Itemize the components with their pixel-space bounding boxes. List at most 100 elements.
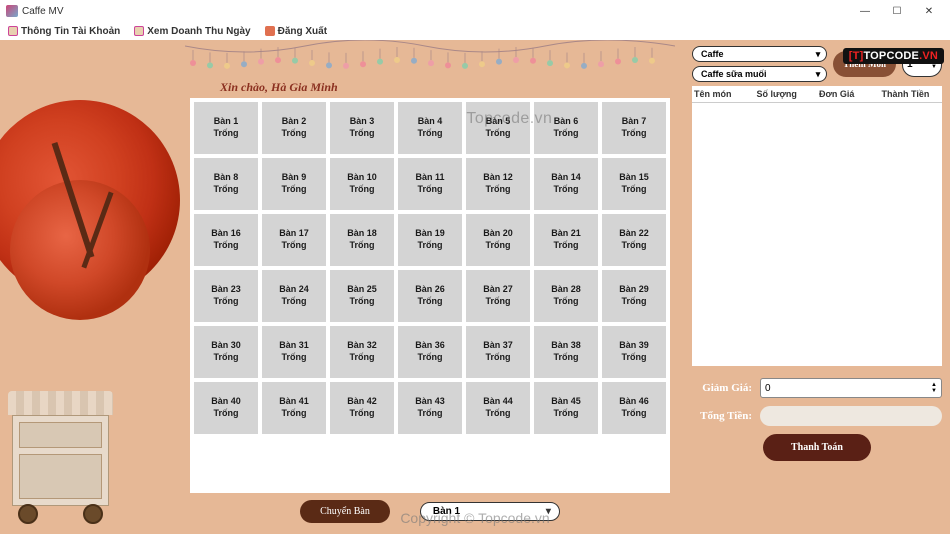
table-status: Trống — [418, 352, 443, 364]
table-name: Bàn 6 — [554, 116, 579, 128]
decor-cart — [8, 391, 113, 526]
table-status: Trống — [622, 240, 647, 252]
window-close-button[interactable]: ✕ — [914, 6, 944, 17]
destination-table-select[interactable]: Bàn 1 — [420, 502, 560, 521]
table-button[interactable]: Bàn 12Trống — [466, 158, 530, 210]
table-button[interactable]: Bàn 30Trống — [194, 326, 258, 378]
table-name: Bàn 44 — [483, 396, 513, 408]
table-button[interactable]: Bàn 38Trống — [534, 326, 598, 378]
table-status: Trống — [418, 128, 443, 140]
table-button[interactable]: Bàn 15Trống — [602, 158, 666, 210]
menu-revenue[interactable]: Xem Doanh Thu Ngày — [134, 26, 250, 37]
table-button[interactable]: Bàn 19Trống — [398, 214, 462, 266]
table-name: Bàn 26 — [415, 284, 445, 296]
bottom-controls: Chuyển Bàn Bàn 1 — [190, 496, 670, 526]
table-name: Bàn 8 — [214, 172, 239, 184]
window-minimize-button[interactable]: — — [850, 6, 880, 17]
table-name: Bàn 20 — [483, 228, 513, 240]
table-name: Bàn 3 — [350, 116, 375, 128]
table-name: Bàn 30 — [211, 340, 241, 352]
table-name: Bàn 17 — [279, 228, 309, 240]
table-name: Bàn 23 — [211, 284, 241, 296]
table-status: Trống — [486, 128, 511, 140]
menu-logout[interactable]: Đăng Xuất — [265, 26, 327, 37]
table-button[interactable]: Bàn 3Trống — [330, 102, 394, 154]
table-button[interactable]: Bàn 29Trống — [602, 270, 666, 322]
table-status: Trống — [554, 184, 579, 196]
menu-account[interactable]: Thông Tin Tài Khoản — [8, 26, 120, 37]
table-button[interactable]: Bàn 37Trống — [466, 326, 530, 378]
table-button[interactable]: Bàn 23Trống — [194, 270, 258, 322]
menu-logout-label: Đăng Xuất — [278, 26, 327, 37]
table-status: Trống — [282, 408, 307, 420]
table-button[interactable]: Bàn 32Trống — [330, 326, 394, 378]
order-table: Tên món Số lượng Đơn Giá Thành Tiền — [692, 86, 942, 366]
table-button[interactable]: Bàn 27Trống — [466, 270, 530, 322]
table-status: Trống — [214, 240, 239, 252]
total-label: Tổng Tiền: — [692, 410, 752, 422]
table-button[interactable]: Bàn 26Trống — [398, 270, 462, 322]
table-name: Bàn 28 — [551, 284, 581, 296]
table-status: Trống — [622, 184, 647, 196]
table-button[interactable]: Bàn 40Trống — [194, 382, 258, 434]
table-button[interactable]: Bàn 41Trống — [262, 382, 326, 434]
table-status: Trống — [214, 128, 239, 140]
total-display — [760, 406, 942, 426]
table-button[interactable]: Bàn 44Trống — [466, 382, 530, 434]
pay-button[interactable]: Thanh Toán — [763, 434, 871, 461]
table-button[interactable]: Bàn 42Trống — [330, 382, 394, 434]
app-icon — [6, 5, 18, 17]
item-select[interactable]: Caffe sữa muối — [692, 66, 827, 82]
table-name: Bàn 25 — [347, 284, 377, 296]
table-button[interactable]: Bàn 31Trống — [262, 326, 326, 378]
window-maximize-button[interactable]: ☐ — [882, 6, 912, 17]
table-name: Bàn 31 — [279, 340, 309, 352]
table-button[interactable]: Bàn 21Trống — [534, 214, 598, 266]
table-button[interactable]: Bàn 18Trống — [330, 214, 394, 266]
table-button[interactable]: Bàn 25Trống — [330, 270, 394, 322]
col-price: Đơn Giá — [817, 86, 880, 102]
table-name: Bàn 41 — [279, 396, 309, 408]
table-button[interactable]: Bàn 5Trống — [466, 102, 530, 154]
table-status: Trống — [214, 408, 239, 420]
decor-lights — [185, 40, 675, 80]
table-status: Trống — [486, 296, 511, 308]
table-button[interactable]: Bàn 11Trống — [398, 158, 462, 210]
table-name: Bàn 24 — [279, 284, 309, 296]
table-button[interactable]: Bàn 46Trống — [602, 382, 666, 434]
table-button[interactable]: Bàn 1Trống — [194, 102, 258, 154]
table-status: Trống — [418, 408, 443, 420]
table-button[interactable]: Bàn 22Trống — [602, 214, 666, 266]
table-status: Trống — [554, 352, 579, 364]
table-button[interactable]: Bàn 28Trống — [534, 270, 598, 322]
discount-spinner[interactable]: ▲▼ — [931, 382, 937, 394]
table-name: Bàn 2 — [282, 116, 307, 128]
table-button[interactable]: Bàn 45Trống — [534, 382, 598, 434]
table-button[interactable]: Bàn 24Trống — [262, 270, 326, 322]
table-button[interactable]: Bàn 6Trống — [534, 102, 598, 154]
table-button[interactable]: Bàn 14Trống — [534, 158, 598, 210]
table-button[interactable]: Bàn 43Trống — [398, 382, 462, 434]
table-button[interactable]: Bàn 39Trống — [602, 326, 666, 378]
table-button[interactable]: Bàn 36Trống — [398, 326, 462, 378]
table-button[interactable]: Bàn 8Trống — [194, 158, 258, 210]
category-value: Caffe — [701, 49, 724, 59]
table-button[interactable]: Bàn 4Trống — [398, 102, 462, 154]
discount-input[interactable]: 0 ▲▼ — [760, 378, 942, 398]
table-name: Bàn 37 — [483, 340, 513, 352]
move-table-button[interactable]: Chuyển Bàn — [300, 500, 390, 523]
table-button[interactable]: Bàn 10Trống — [330, 158, 394, 210]
menu-bar: Thông Tin Tài Khoản Xem Doanh Thu Ngày Đ… — [0, 22, 950, 40]
table-button[interactable]: Bàn 9Trống — [262, 158, 326, 210]
table-button[interactable]: Bàn 2Trống — [262, 102, 326, 154]
table-button[interactable]: Bàn 20Trống — [466, 214, 530, 266]
discount-value: 0 — [765, 383, 771, 394]
table-name: Bàn 15 — [619, 172, 649, 184]
category-select[interactable]: Caffe — [692, 46, 827, 62]
table-button[interactable]: Bàn 7Trống — [602, 102, 666, 154]
order-panel: Caffe Caffe sữa muối Thêm Món 1 ▲▼ Tên m… — [692, 46, 942, 526]
table-name: Bàn 32 — [347, 340, 377, 352]
menu-revenue-label: Xem Doanh Thu Ngày — [147, 26, 250, 37]
table-button[interactable]: Bàn 17Trống — [262, 214, 326, 266]
table-button[interactable]: Bàn 16Trống — [194, 214, 258, 266]
